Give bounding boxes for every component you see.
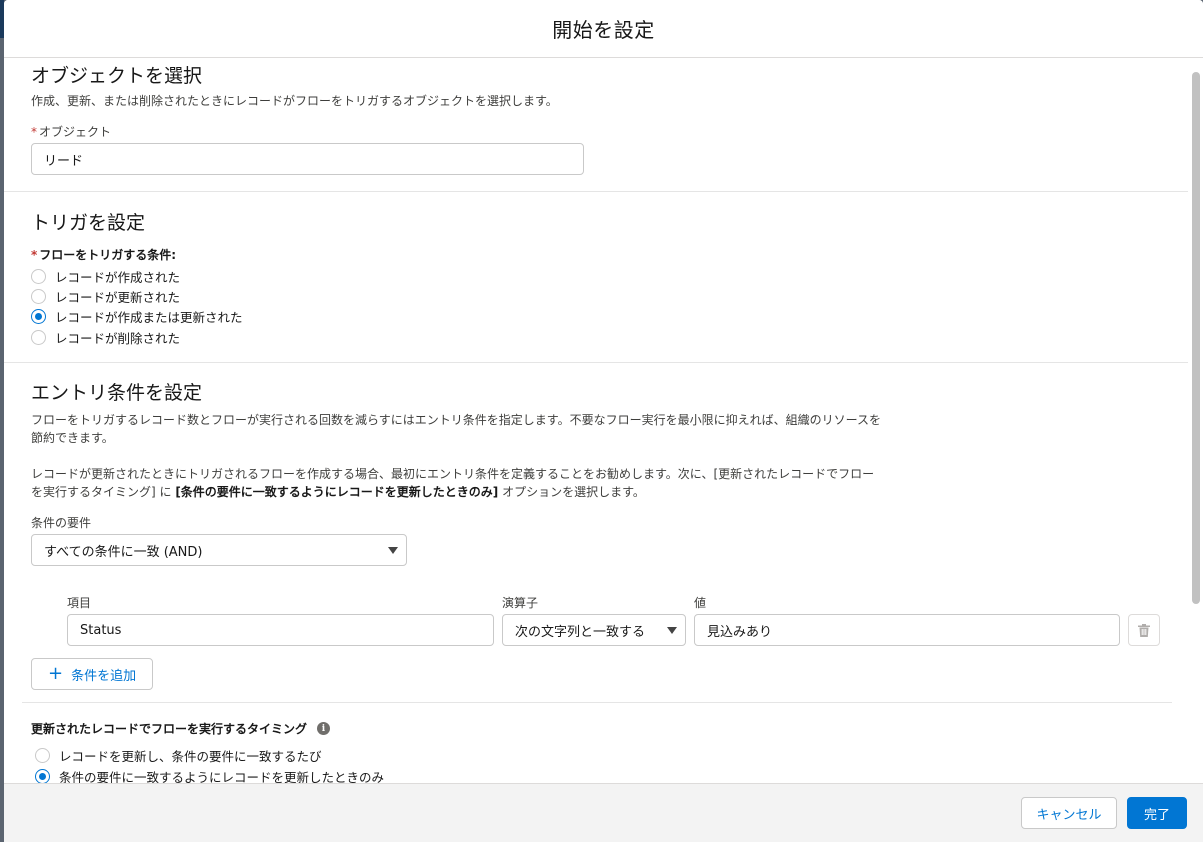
trigger-option-deleted[interactable]: レコードが削除された — [31, 328, 180, 347]
timing-option-only-when-met[interactable]: 条件の要件に一致するようにレコードを更新したときのみ — [35, 767, 384, 783]
radio-button[interactable] — [35, 748, 50, 763]
trigger-option-updated[interactable]: レコードが更新された — [31, 287, 180, 306]
done-button[interactable]: 完了 — [1127, 797, 1187, 829]
requirement-select[interactable]: すべての条件に一致 (AND) — [31, 534, 407, 566]
modal-title: 開始を設定 — [552, 18, 655, 42]
object-input[interactable]: リード — [31, 143, 584, 175]
chevron-down-icon — [667, 627, 677, 634]
entry-description-text: オプションを選択します。 — [498, 485, 645, 499]
trigger-option-created[interactable]: レコードが作成された — [31, 267, 180, 286]
entry-description-bold: [条件の要件に一致するようにレコードを更新したときのみ] — [175, 485, 499, 499]
condition-value-header: 値 — [694, 596, 707, 610]
condition-field-input[interactable]: Status — [67, 614, 494, 646]
condition-operator-value: 次の文字列と一致する — [515, 624, 646, 640]
cancel-button[interactable]: キャンセル — [1021, 797, 1117, 829]
trigger-option-label: レコードが削除された — [55, 331, 181, 346]
radio-button[interactable] — [31, 289, 46, 304]
timing-option-label: 条件の要件に一致するようにレコードを更新したときのみ — [59, 770, 385, 783]
add-condition-button[interactable]: + 条件を追加 — [31, 658, 154, 690]
plus-icon: + — [48, 663, 64, 684]
object-section-description: 作成、更新、または削除されたときにレコードがフローをトリガするオブジェクトを選択… — [31, 94, 558, 108]
required-mark: * — [31, 125, 37, 139]
entry-description-1-line1: フローをトリガするレコード数とフローが実行される回数を減らすにはエントリ条件を指… — [31, 413, 881, 427]
timing-option-label: レコードを更新し、条件の要件に一致するたび — [59, 749, 322, 764]
timing-label: 更新されたレコードでフローを実行するタイミング i — [31, 720, 331, 737]
scrollbar-thumb[interactable] — [1192, 72, 1200, 604]
entry-description-2-line1: レコードが更新されたときにトリガされるフローを作成する場合、最初にエントリ条件を… — [31, 467, 875, 481]
trigger-condition-label-text: フローをトリガする条件: — [39, 248, 177, 262]
object-field-label-text: オブジェクト — [39, 125, 112, 139]
timing-option-every-update[interactable]: レコードを更新し、条件の要件に一致するたび — [35, 746, 322, 765]
condition-field-header: 項目 — [67, 596, 92, 610]
trigger-option-label: レコードが更新された — [55, 290, 181, 305]
radio-button[interactable] — [31, 269, 46, 284]
start-config-modal: 開始を設定 オブジェクトを選択 作成、更新、または削除されたときにレコードがフロ… — [4, 0, 1203, 842]
timing-label-text: 更新されたレコードでフローを実行するタイミング — [31, 722, 308, 736]
entry-description-2-line2: を実行するタイミング] に [条件の要件に一致するようにレコードを更新したときの… — [31, 483, 645, 501]
radio-button[interactable] — [31, 330, 46, 345]
modal-body[interactable]: オブジェクトを選択 作成、更新、または削除されたときにレコードがフローをトリガす… — [4, 59, 1203, 783]
entry-description-1-line2: 節約できます。 — [31, 431, 114, 445]
object-field-label: * オブジェクト — [31, 123, 111, 140]
modal-header: 開始を設定 — [4, 0, 1203, 58]
requirement-label: 条件の要件 — [31, 516, 92, 530]
trigger-section-heading: トリガを設定 — [31, 212, 146, 234]
trigger-condition-label: * フローをトリガする条件: — [31, 246, 176, 263]
radio-button-selected[interactable] — [31, 309, 46, 324]
condition-operator-select[interactable]: 次の文字列と一致する — [502, 614, 686, 646]
chevron-down-icon — [388, 547, 398, 554]
trash-icon — [1138, 623, 1150, 637]
entry-section-heading: エントリ条件を設定 — [31, 382, 203, 404]
delete-condition-button[interactable] — [1128, 614, 1160, 646]
radio-button-selected[interactable] — [35, 769, 50, 783]
add-condition-label: 条件を追加 — [71, 668, 137, 684]
entry-description-text: を実行するタイミング] に — [31, 485, 176, 499]
object-section-heading: オブジェクトを選択 — [31, 65, 203, 87]
modal-footer: キャンセル 完了 — [4, 783, 1203, 842]
info-icon[interactable]: i — [317, 722, 331, 735]
condition-value-input[interactable]: 見込みあり — [694, 614, 1120, 646]
requirement-select-value: すべての条件に一致 (AND) — [44, 544, 203, 560]
trigger-option-created-or-updated[interactable]: レコードが作成または更新された — [31, 307, 243, 326]
section-divider — [22, 702, 1172, 703]
condition-operator-header: 演算子 — [502, 596, 539, 610]
required-mark: * — [31, 248, 38, 262]
trigger-option-label: レコードが作成された — [55, 270, 181, 285]
trigger-option-label: レコードが作成または更新された — [55, 310, 243, 325]
section-divider — [4, 191, 1188, 192]
section-divider — [4, 362, 1188, 363]
